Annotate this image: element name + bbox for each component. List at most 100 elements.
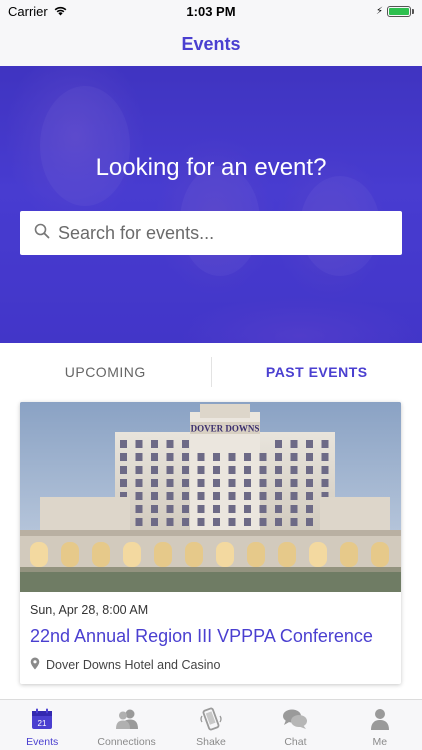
hotel-window — [259, 453, 267, 461]
hotel-window — [135, 492, 143, 500]
tabbar-label-shake: Shake — [196, 736, 226, 748]
hotel-window — [120, 479, 127, 487]
tabbar-item-shake[interactable]: Shake — [169, 700, 253, 750]
hotel-window — [135, 518, 143, 526]
hotel-window — [228, 505, 236, 513]
event-location: Dover Downs Hotel and Casino — [30, 657, 391, 673]
tabbar-item-connections[interactable]: Connections — [84, 700, 168, 750]
hotel-window — [135, 453, 143, 461]
hotel-window — [244, 479, 251, 487]
event-image: DOVER DOWNS — [20, 402, 401, 592]
hero-banner: Looking for an event? — [0, 66, 422, 343]
shake-phone-icon — [198, 706, 224, 732]
entrance-arch — [340, 542, 358, 567]
hotel-window — [197, 518, 205, 526]
entrance-arch — [371, 542, 389, 567]
chat-bubbles-icon — [282, 706, 308, 732]
hotel-window — [321, 440, 329, 448]
hotel-window — [151, 505, 158, 513]
hotel-window — [151, 440, 158, 448]
hotel-window — [151, 479, 158, 487]
hotel-window — [275, 440, 282, 448]
calendar-day-text: 21 — [38, 719, 47, 728]
status-right: ⚡ — [375, 5, 414, 17]
hotel-window — [275, 505, 282, 513]
tab-past-events[interactable]: PAST EVENTS — [212, 364, 422, 380]
tab-bar: 21 Events Connections Shake Chat Me — [0, 699, 422, 750]
entrance-arch — [216, 542, 234, 567]
hotel-window — [213, 505, 220, 513]
tabbar-item-chat[interactable]: Chat — [253, 700, 337, 750]
status-bar: Carrier 1:03 PM ⚡ — [0, 0, 422, 22]
tabbar-label-connections: Connections — [97, 736, 156, 748]
entrance-arch — [247, 542, 265, 567]
hotel-window — [166, 466, 174, 474]
hotel-window — [213, 479, 220, 487]
hotel-window — [151, 518, 158, 526]
event-tabs: UPCOMING PAST EVENTS — [0, 343, 422, 401]
hotel-window — [151, 466, 158, 474]
hotel-window — [244, 518, 251, 526]
hero-overlay — [0, 66, 422, 343]
battery-fill — [389, 7, 409, 15]
hotel-window — [306, 492, 313, 500]
hotel-window — [166, 440, 174, 448]
hotel-window — [259, 466, 267, 474]
event-title[interactable]: 22nd Annual Region III VPPPA Conference — [30, 626, 391, 647]
entrance-arch — [185, 542, 203, 567]
hotel-window — [166, 518, 174, 526]
hotel-window — [197, 479, 205, 487]
hotel-window — [228, 479, 236, 487]
wifi-icon — [53, 4, 68, 19]
hotel-window — [135, 466, 143, 474]
hotel-window — [244, 492, 251, 500]
event-card[interactable]: DOVER DOWNS Sun, Apr 28, 8:00 AM 22nd An… — [20, 402, 401, 684]
event-card-body: Sun, Apr 28, 8:00 AM 22nd Annual Region … — [20, 603, 401, 673]
hotel-window — [182, 453, 189, 461]
tabbar-label-events: Events — [26, 736, 59, 748]
entrance-arch — [154, 542, 172, 567]
event-location-text: Dover Downs Hotel and Casino — [46, 658, 221, 672]
hotel-window — [259, 492, 267, 500]
hotel-window — [306, 479, 313, 487]
entrance-arch — [92, 542, 110, 567]
location-pin-icon — [30, 657, 40, 673]
hotel-window — [275, 453, 282, 461]
hotel-window — [290, 479, 298, 487]
carrier-label: Carrier — [8, 3, 48, 19]
hotel-window — [213, 492, 220, 500]
hotel-window — [244, 466, 251, 474]
status-left: Carrier — [8, 4, 68, 19]
hotel-window — [228, 518, 236, 526]
navigation-bar: Events — [0, 22, 422, 66]
search-input[interactable] — [58, 222, 378, 244]
hotel-window — [321, 453, 329, 461]
tabbar-item-events[interactable]: 21 Events — [0, 700, 84, 750]
tabbar-item-me[interactable]: Me — [338, 700, 422, 750]
hotel-sign-text: DOVER DOWNS — [191, 424, 260, 434]
hotel-window — [182, 505, 189, 513]
hotel-window — [306, 466, 313, 474]
hotel-window — [275, 518, 282, 526]
tabbar-label-me: Me — [372, 736, 388, 748]
hotel-window — [182, 492, 189, 500]
hotel-window — [290, 440, 298, 448]
hotel-window — [120, 440, 127, 448]
hotel-window — [290, 505, 298, 513]
hotel-window — [290, 518, 298, 526]
hotel-window — [228, 453, 236, 461]
hotel-window — [182, 440, 189, 448]
hotel-window — [259, 505, 267, 513]
charging-icon: ⚡ — [375, 5, 383, 17]
hotel-window — [213, 453, 220, 461]
battery-icon — [387, 5, 414, 17]
entrance-arch — [123, 542, 141, 567]
search-bar[interactable] — [20, 211, 402, 255]
hotel-window — [306, 440, 313, 448]
search-icon — [34, 223, 50, 244]
tab-upcoming[interactable]: UPCOMING — [0, 364, 211, 380]
hotel-window — [182, 466, 189, 474]
hotel-window — [213, 466, 220, 474]
hotel-window — [182, 479, 189, 487]
tabbar-label-chat: Chat — [284, 736, 307, 748]
